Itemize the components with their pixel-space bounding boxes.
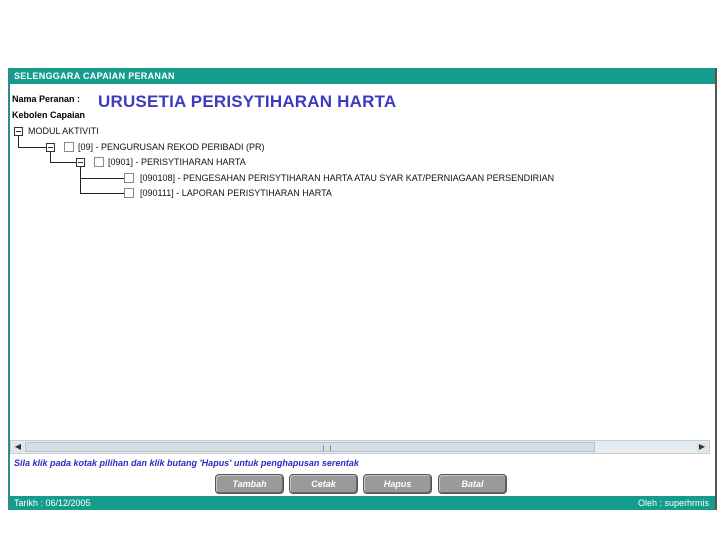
collapse-icon[interactable]	[46, 143, 55, 152]
tree-node-leaf: [090108] - PENGESAHAN PERISYTIHARAN HART…	[140, 173, 555, 183]
node-checkbox[interactable]	[124, 173, 134, 183]
collapse-icon[interactable]	[76, 158, 85, 167]
tree-connector	[80, 193, 124, 194]
page-title: SELENGGARA CAPAIAN PERANAN	[10, 68, 715, 84]
tambah-button[interactable]: Tambah	[215, 474, 284, 494]
tree-connector	[80, 167, 81, 194]
node-checkbox[interactable]	[94, 157, 104, 167]
horizontal-scrollbar[interactable]: ◀ ▶	[10, 440, 710, 454]
tree-node-level2: [0901] - PERISYTIHARAN HARTA	[108, 157, 246, 167]
hapus-button[interactable]: Hapus	[363, 474, 432, 494]
grip-icon	[323, 445, 331, 451]
tree-node-level1: [09] - PENGURUSAN REKOD PERIBADI (PR)	[78, 142, 265, 152]
node-checkbox[interactable]	[124, 188, 134, 198]
role-name-label: Nama Peranan :	[12, 94, 81, 104]
tree-connector	[50, 162, 76, 163]
tree-node-root: MODUL AKTIVITI	[28, 126, 99, 136]
batal-button[interactable]: Batal	[438, 474, 507, 494]
cetak-button[interactable]: Cetak	[289, 474, 358, 494]
tree-node-leaf: [090111] - LAPORAN PERISYTIHARAN HARTA	[140, 188, 332, 198]
scroll-right-icon[interactable]: ▶	[696, 442, 708, 452]
scroll-thumb[interactable]	[25, 442, 595, 452]
node-checkbox[interactable]	[64, 142, 74, 152]
main-frame: SELENGGARA CAPAIAN PERANAN Nama Peranan …	[8, 68, 717, 510]
scroll-left-icon[interactable]: ◀	[12, 442, 24, 452]
tree-connector	[80, 178, 124, 179]
status-bar: Tarikh : 06/12/2005 Oleh : superhrmis	[10, 496, 715, 510]
access-label: Kebolen Capaian	[12, 110, 86, 120]
date-text: Tarikh : 06/12/2005	[14, 498, 91, 508]
instruction-text: Sila klik pada kotak pilihan dan klik bu…	[14, 458, 359, 468]
access-tree: MODUL AKTIVITI [09] - PENGURUSAN REKOD P…	[10, 122, 710, 442]
role-name-value: URUSETIA PERISYTIHARAN HARTA	[98, 92, 397, 111]
collapse-icon[interactable]	[14, 127, 23, 136]
tree-connector	[18, 147, 46, 148]
user-text: Oleh : superhrmis	[637, 498, 709, 508]
